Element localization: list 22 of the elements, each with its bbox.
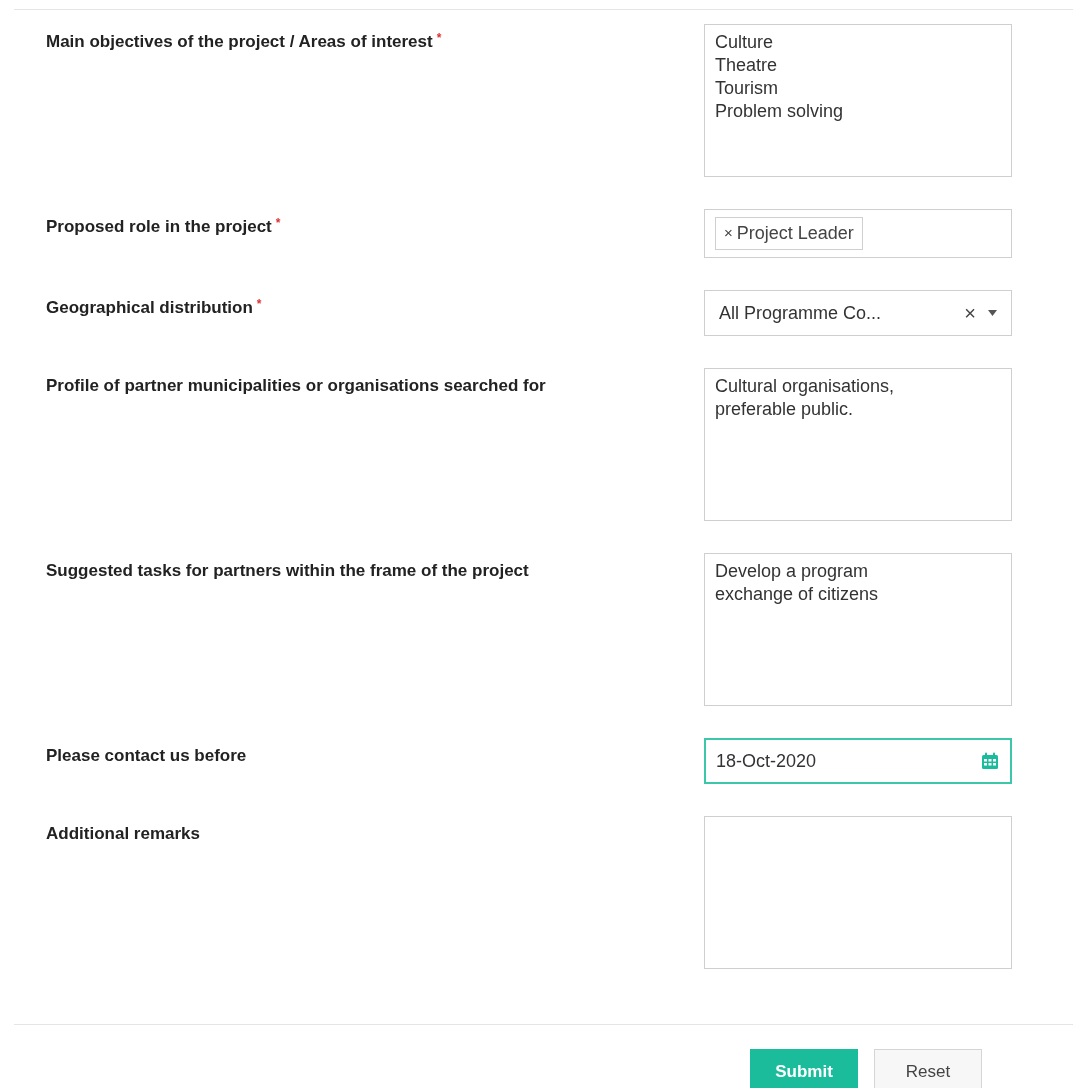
date-value: 18-Oct-2020 bbox=[716, 749, 818, 773]
date-field[interactable]: 18-Oct-2020 bbox=[704, 738, 1012, 784]
field-label: Geographical distribution * bbox=[46, 298, 262, 317]
tag-label: Project Leader bbox=[736, 222, 854, 245]
field-label: Suggested tasks for partners within the frame of the project bbox=[46, 561, 529, 580]
calendar-icon[interactable] bbox=[980, 751, 1000, 771]
select-field[interactable]: All Programme Co... × bbox=[704, 290, 1012, 336]
text-area[interactable]: Cultural organisations, preferable public. bbox=[704, 368, 1012, 521]
text-area[interactable]: Culture Theatre Tourism Problem solving bbox=[704, 24, 1012, 177]
field-label: Proposed role in the project * bbox=[46, 217, 281, 236]
clear-icon[interactable]: × bbox=[964, 298, 976, 328]
field-label: Please contact us before bbox=[46, 746, 247, 765]
text-area[interactable]: Develop a program exchange of citizens bbox=[704, 553, 1012, 706]
field-label: Additional remarks bbox=[46, 824, 200, 843]
field-label: Main objectives of the project / Areas of interest * bbox=[46, 32, 442, 51]
field-label: Profile of partner municipalities or organisations searched for bbox=[46, 376, 546, 395]
tag-select-field[interactable]: × Project Leader bbox=[704, 209, 1012, 258]
caret-icon[interactable] bbox=[988, 310, 997, 316]
select-value: All Programme Co... bbox=[719, 301, 883, 325]
tag-chip[interactable]: × Project Leader bbox=[715, 217, 863, 250]
reset-button[interactable]: Reset bbox=[874, 1049, 982, 1088]
remove-tag-icon[interactable]: × bbox=[724, 222, 733, 245]
